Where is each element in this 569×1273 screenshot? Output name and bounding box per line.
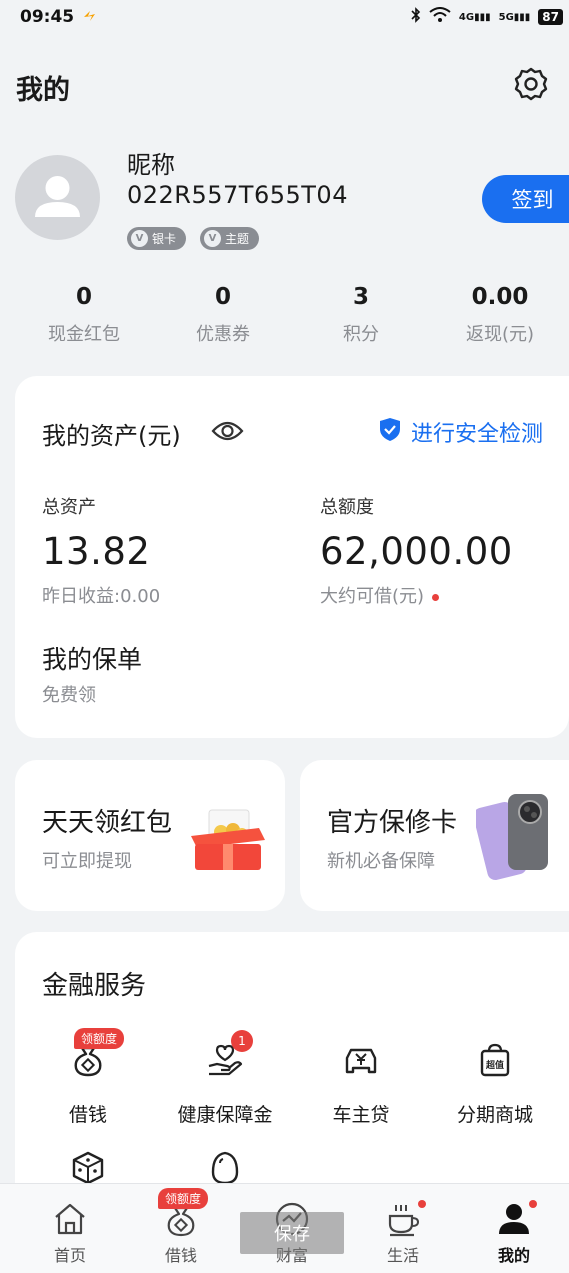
policy-title[interactable]: 我的保单 xyxy=(42,640,142,676)
service-label: 健康保障金 xyxy=(177,1104,273,1126)
credit-label: 总额度 xyxy=(320,497,374,518)
status-bar: 09:45 4G▮▮▮ 5G▮▮▮ 87 xyxy=(0,0,569,36)
eye-icon[interactable] xyxy=(211,417,244,445)
credit-sub-label: 大约可借(元) xyxy=(320,586,425,607)
notification-count: 1 xyxy=(231,1030,253,1052)
promo-sub: 可立即提现 xyxy=(42,851,132,872)
promo-sub: 新机必备保障 xyxy=(327,851,435,872)
tab-home[interactable]: 首页 xyxy=(30,1200,110,1266)
status-time: 09:45 xyxy=(20,7,75,27)
person-icon xyxy=(495,1200,537,1238)
bluetooth-icon xyxy=(411,7,421,27)
credit-tag: 领额度 xyxy=(74,1028,125,1049)
stat-value: 0 xyxy=(75,284,92,310)
tab-label: 生活 xyxy=(386,1246,419,1265)
stat-value: 3 xyxy=(352,284,369,310)
tab-mine[interactable]: 我的 xyxy=(474,1200,554,1266)
promo-title: 官方保修卡 xyxy=(327,808,458,838)
silver-card-badge[interactable]: V 银卡 xyxy=(127,227,187,250)
finance-title: 金融服务 xyxy=(42,971,147,1001)
save-toast: 保存 xyxy=(240,1212,344,1254)
red-dot xyxy=(432,593,440,601)
car-yuan-icon xyxy=(343,1042,379,1078)
assets-card: 我的资产(元) 进行安全检测 总资产 13.82 昨日收益:0.00 总额度 6… xyxy=(15,376,569,738)
user-id: 022R557T655T04 xyxy=(127,181,348,209)
stat-coupons[interactable]: 0 优惠券 xyxy=(163,284,283,346)
stat-cashback[interactable]: 0.00 返现(元) xyxy=(440,284,560,346)
egg-icon xyxy=(207,1150,243,1186)
stat-label: 现金红包 xyxy=(48,324,120,345)
service-game[interactable] xyxy=(23,1150,153,1186)
home-icon xyxy=(51,1200,89,1238)
policy-sub: 免费领 xyxy=(42,685,96,706)
notification-icon xyxy=(82,9,98,27)
money-bag-icon: 领额度 xyxy=(158,1188,209,1238)
hand-heart-icon: 1 xyxy=(207,1030,253,1078)
status-icons: 4G▮▮▮ 5G▮▮▮ 87 xyxy=(411,7,563,27)
shopping-bag-icon: 超值 xyxy=(477,1042,513,1078)
service-installment-mall[interactable]: 超值 分期商城 xyxy=(430,1042,560,1127)
stat-label: 返现(元) xyxy=(465,324,535,345)
promo-title: 天天领红包 xyxy=(42,808,173,838)
stat-label: 积分 xyxy=(343,324,379,345)
service-label: 借钱 xyxy=(68,1104,107,1126)
service-label: 分期商城 xyxy=(456,1104,533,1126)
service-car-loan[interactable]: 车主贷 xyxy=(296,1042,426,1127)
stat-label: 优惠券 xyxy=(196,324,250,345)
tab-label: 首页 xyxy=(53,1246,86,1265)
security-check-link[interactable]: 进行安全检测 xyxy=(379,416,543,448)
stat-points[interactable]: 3 积分 xyxy=(301,284,421,346)
tab-label: 我的 xyxy=(497,1246,530,1265)
security-check-label: 进行安全检测 xyxy=(410,422,543,447)
signin-button[interactable]: 签到 xyxy=(482,175,569,223)
badge-theme-label: 主题 xyxy=(225,232,250,246)
battery-icon: 87 xyxy=(538,9,563,25)
daily-redpacket-card[interactable]: 天天领红包 可立即提现 xyxy=(15,760,285,911)
svg-text:超值: 超值 xyxy=(485,1059,504,1071)
dice-icon xyxy=(70,1150,106,1186)
tab-life[interactable]: 生活 xyxy=(363,1200,443,1266)
signal-4g-icon: 4G▮▮▮ xyxy=(458,11,491,23)
phone-image xyxy=(473,788,556,888)
credit-value[interactable]: 62,000.00 xyxy=(320,530,513,573)
v-logo-icon: V xyxy=(204,230,221,247)
shield-icon xyxy=(379,417,401,448)
vip-icon: V xyxy=(131,230,148,247)
wifi-icon xyxy=(429,7,451,27)
gift-box-icon xyxy=(187,806,269,876)
service-label: 车主贷 xyxy=(332,1104,390,1126)
yesterday-income: 昨日收益:0.00 xyxy=(42,586,161,607)
warranty-card[interactable]: 官方保修卡 新机必备保障 xyxy=(300,760,569,911)
badge-card-label: 银卡 xyxy=(152,232,177,246)
credit-sub: 大约可借(元) xyxy=(320,582,440,608)
credit-tag: 领额度 xyxy=(158,1188,209,1209)
red-dot xyxy=(418,1200,426,1208)
red-dot xyxy=(529,1200,537,1208)
service-borrow[interactable]: 领额度 借钱 xyxy=(23,1028,153,1127)
theme-badge[interactable]: V 主题 xyxy=(200,227,260,250)
total-assets-label: 总资产 xyxy=(42,497,96,518)
assets-title: 我的资产(元) xyxy=(42,422,181,450)
stat-value: 0.00 xyxy=(471,284,529,310)
gear-icon[interactable] xyxy=(513,66,549,102)
nickname[interactable]: 昵称 xyxy=(127,145,175,180)
signal-5g-icon: 5G▮▮▮ xyxy=(498,11,531,23)
coffee-cup-icon xyxy=(384,1200,426,1238)
stat-value: 0 xyxy=(214,284,231,310)
stat-cash-redpacket[interactable]: 0 现金红包 xyxy=(24,284,144,346)
tab-label: 借钱 xyxy=(164,1246,197,1265)
service-health-fund[interactable]: 1 健康保障金 xyxy=(160,1030,290,1127)
total-assets-value[interactable]: 13.82 xyxy=(42,530,150,573)
service-egg[interactable] xyxy=(160,1150,290,1186)
tab-borrow[interactable]: 领额度 借钱 xyxy=(141,1188,221,1266)
money-bag-icon: 领额度 xyxy=(70,1028,125,1078)
avatar[interactable] xyxy=(15,155,100,240)
page-title: 我的 xyxy=(16,75,70,106)
